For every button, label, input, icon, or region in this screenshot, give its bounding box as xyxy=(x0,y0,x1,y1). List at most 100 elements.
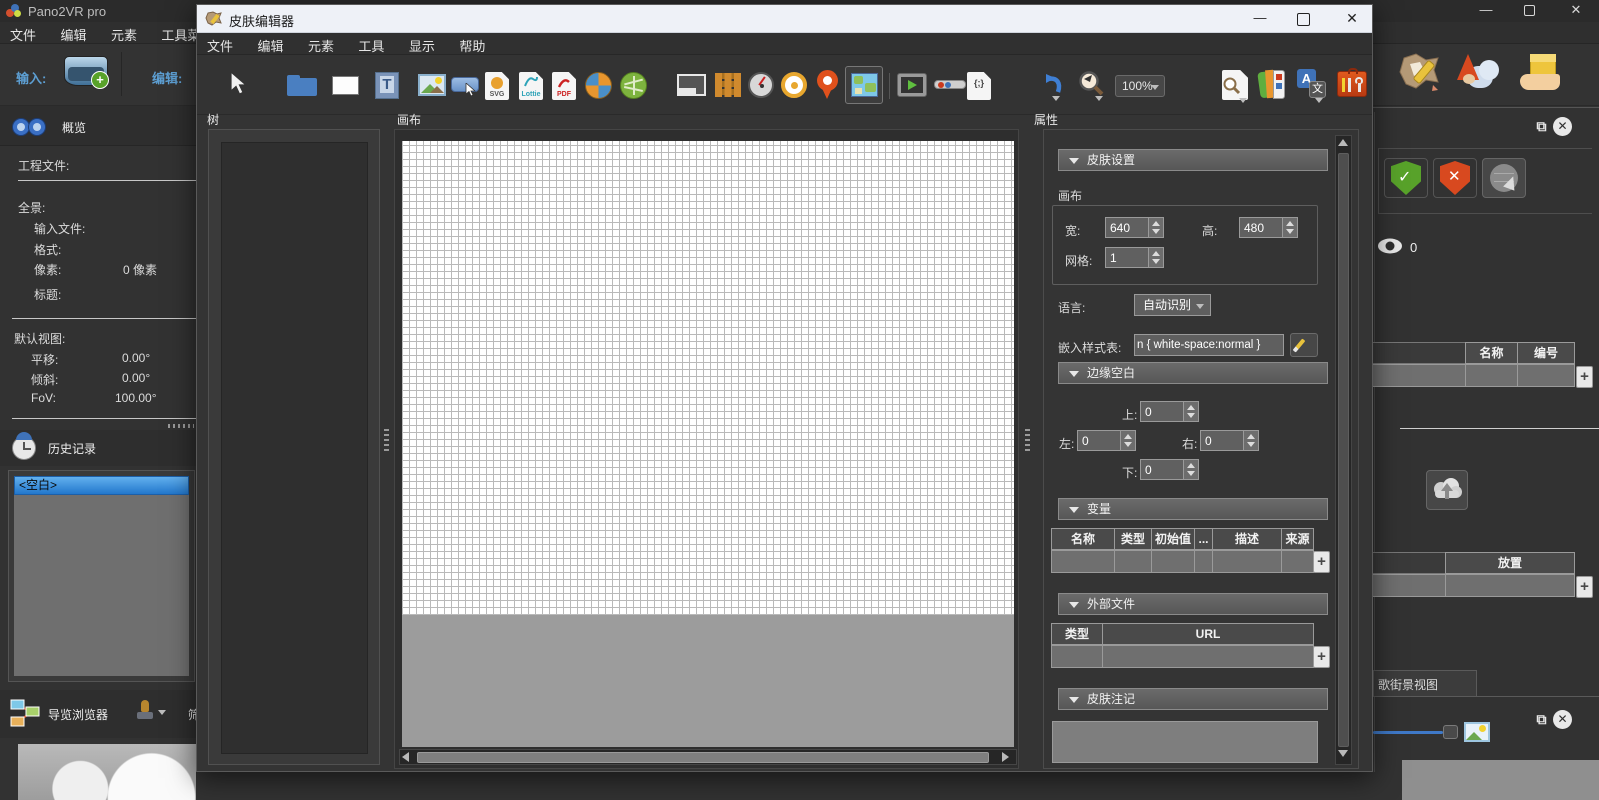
select-tool-icon[interactable] xyxy=(227,71,255,99)
skin-canvas[interactable] xyxy=(402,141,1014,615)
panel2-close-icon[interactable]: ✕ xyxy=(1553,710,1572,729)
panel-float-icon[interactable]: ⧉ xyxy=(1532,117,1551,136)
image-quality-icon[interactable] xyxy=(1464,722,1490,742)
cell[interactable] xyxy=(1151,550,1195,573)
style-palette-icon[interactable] xyxy=(1259,70,1287,100)
rectangle-tool-icon[interactable] xyxy=(332,76,359,95)
tree-splitter-handle[interactable] xyxy=(384,429,389,451)
zoom-tool-icon[interactable] xyxy=(1077,70,1105,98)
text-tool-icon[interactable]: T xyxy=(375,72,399,99)
col-placement[interactable]: 放置 xyxy=(1445,552,1575,574)
scroll-up-button[interactable] xyxy=(1338,139,1350,150)
scroll-thumb[interactable] xyxy=(1338,153,1349,747)
tour-thumbnail-image[interactable] xyxy=(18,744,196,800)
gnome-cloud-icon[interactable] xyxy=(1455,52,1503,96)
zoom-dropdown-arrow[interactable] xyxy=(1095,96,1103,101)
map-element-selected-frame[interactable] xyxy=(845,66,883,104)
canvas-h-scrollbar[interactable] xyxy=(399,749,1017,765)
history-list[interactable]: <空白> xyxy=(8,470,195,682)
streetview-tab[interactable]: 歌街景视图 xyxy=(1373,670,1477,696)
editor-minimize-button[interactable]: — xyxy=(1251,11,1269,25)
margin-right-stepper[interactable] xyxy=(1244,430,1259,451)
cell[interactable] xyxy=(1114,550,1152,573)
editor-close-button[interactable]: ✕ xyxy=(1343,11,1361,25)
skin-notes-textarea[interactable] xyxy=(1052,721,1318,763)
history-header[interactable]: 历史记录 xyxy=(0,430,196,466)
zoom-slider-handle[interactable] xyxy=(1443,725,1458,739)
tour-browser-header[interactable]: 导览浏览器 筛 xyxy=(0,690,196,738)
ext-col-url[interactable]: URL xyxy=(1102,623,1314,645)
col-number[interactable]: 编号 xyxy=(1517,342,1575,364)
scroll-down-button[interactable] xyxy=(1338,750,1350,761)
button-element-icon[interactable] xyxy=(451,77,479,92)
section-variables[interactable]: 变量 xyxy=(1058,498,1328,520)
cell[interactable] xyxy=(1281,550,1314,573)
cell[interactable] xyxy=(1212,550,1282,573)
var-col-name[interactable]: 名称 xyxy=(1051,528,1115,550)
cell[interactable] xyxy=(1465,364,1518,387)
canvas-overflow-area[interactable] xyxy=(402,615,1014,747)
web-globe-icon[interactable] xyxy=(585,72,612,99)
stamp-dropdown-arrow[interactable] xyxy=(158,710,166,715)
shield-error-button[interactable]: ✕ xyxy=(1433,158,1477,198)
canvas-splitter-handle[interactable] xyxy=(1025,429,1030,451)
video-element-icon[interactable] xyxy=(897,73,927,97)
var-col-ellipsis[interactable]: ... xyxy=(1194,528,1213,550)
editor-maximize-button[interactable] xyxy=(1297,13,1310,26)
tree-view[interactable] xyxy=(221,142,368,754)
overview-header[interactable]: 概览 xyxy=(0,106,196,146)
panel-close-icon[interactable]: ✕ xyxy=(1553,117,1572,136)
language-select[interactable]: 自动识别 xyxy=(1134,294,1211,316)
add-placement-button[interactable]: + xyxy=(1576,576,1593,598)
col-name[interactable]: 名称 xyxy=(1465,342,1518,364)
lottie-element-icon[interactable]: Lottie xyxy=(519,72,543,100)
cell[interactable] xyxy=(1051,550,1115,573)
add-panorama-icon[interactable]: + xyxy=(64,56,108,86)
panel-resize-handle[interactable] xyxy=(168,424,194,428)
translate-dropdown-arrow[interactable] xyxy=(1315,98,1323,103)
panel2-float-icon[interactable]: ⧉ xyxy=(1532,710,1551,729)
map-pin-icon[interactable] xyxy=(817,70,839,100)
cell[interactable] xyxy=(1102,645,1314,668)
section-margins[interactable]: 边缘空白 xyxy=(1058,362,1328,384)
margin-right-input[interactable] xyxy=(1200,430,1244,451)
add-variable-button[interactable]: + xyxy=(1313,551,1330,573)
cell[interactable] xyxy=(1372,574,1446,597)
properties-v-scrollbar[interactable] xyxy=(1335,135,1352,765)
margin-bottom-input[interactable] xyxy=(1140,459,1184,480)
var-col-init[interactable]: 初始值 xyxy=(1151,528,1195,550)
section-skin-notes[interactable]: 皮肤注记 xyxy=(1058,688,1328,710)
canvas-height-stepper[interactable] xyxy=(1283,217,1298,238)
ext-col-type[interactable]: 类型 xyxy=(1051,623,1103,645)
cell[interactable] xyxy=(1372,364,1466,387)
cell[interactable] xyxy=(1445,574,1575,597)
editor-titlebar[interactable]: 皮肤编辑器 — ✕ xyxy=(197,5,1372,33)
section-external-files[interactable]: 外部文件 xyxy=(1058,593,1328,615)
preview-icon[interactable] xyxy=(1222,70,1248,100)
shield-ok-button[interactable]: ✓ xyxy=(1384,158,1428,198)
scroll-thumb[interactable] xyxy=(417,752,989,763)
canvas-width-input[interactable] xyxy=(1105,217,1149,238)
main-close-button[interactable]: ✕ xyxy=(1567,3,1585,17)
section-skin-settings[interactable]: 皮肤设置 xyxy=(1058,149,1328,171)
thumbnail-grid-icon[interactable] xyxy=(715,73,741,97)
add-external-file-button[interactable]: + xyxy=(1313,646,1330,668)
margin-left-input[interactable] xyxy=(1077,430,1121,451)
preview-dropdown-arrow[interactable] xyxy=(1239,98,1247,103)
cloud-upload-button[interactable] xyxy=(1426,470,1468,510)
cell[interactable] xyxy=(1051,645,1103,668)
zoom-slider-track[interactable] xyxy=(1373,731,1443,734)
var-col-type[interactable]: 类型 xyxy=(1114,528,1152,550)
margin-left-stepper[interactable] xyxy=(1121,430,1136,451)
zoom-level-select[interactable]: 100% xyxy=(1115,75,1165,97)
stylesheet-field[interactable]: n { white-space:normal } xyxy=(1134,334,1284,356)
hotspot-target-icon[interactable] xyxy=(781,72,807,98)
pdf-element-icon[interactable]: PDF xyxy=(552,72,576,100)
javascript-element-icon[interactable]: {;} xyxy=(967,72,991,100)
cell[interactable] xyxy=(1194,550,1213,573)
stamp-icon[interactable] xyxy=(137,700,153,722)
canvas-width-stepper[interactable] xyxy=(1149,217,1164,238)
var-col-source[interactable]: 来源 xyxy=(1281,528,1314,550)
undo-icon[interactable] xyxy=(1037,70,1065,98)
canvas-height-input[interactable] xyxy=(1239,217,1283,238)
